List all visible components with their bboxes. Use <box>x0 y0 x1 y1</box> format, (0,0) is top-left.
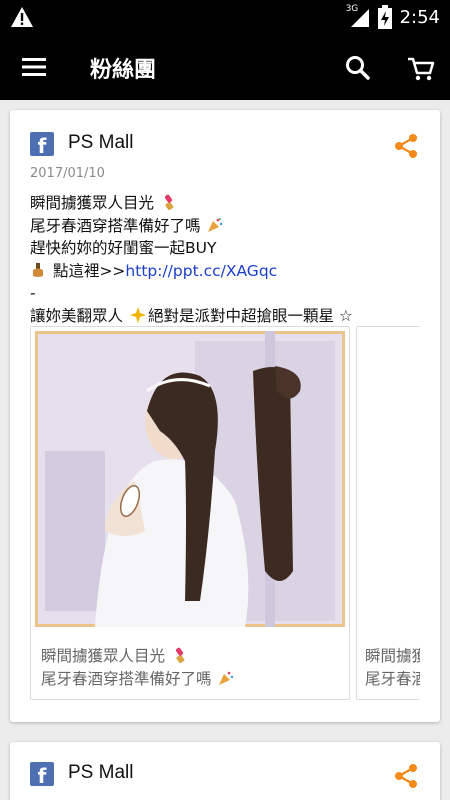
party-popper-icon <box>219 671 234 685</box>
status-time: 2:54 <box>399 6 440 28</box>
gallery-caption-line2: 尾牙春酒穿搭準備好了嗎 <box>41 669 212 688</box>
post-line-1: 瞬間擄獲眾人目光 <box>30 194 155 212</box>
post-line-6b: 絕對是派對中超搶眼一顆星 <box>147 306 334 325</box>
lipstick-icon <box>175 647 185 663</box>
gallery-caption: 瞬間擄獲眾人目光 尾牙春酒穿搭準備好了嗎 <box>41 645 236 690</box>
product-image[interactable] <box>35 331 345 627</box>
post-line-6-star: ☆ <box>338 306 353 325</box>
post-line-5: - <box>30 284 36 302</box>
post-page-name[interactable]: PS Mall <box>68 762 133 784</box>
share-icon[interactable] <box>392 132 420 160</box>
gallery-caption-line1: 瞬間擄獲 <box>365 647 420 665</box>
battery-icon <box>377 5 392 29</box>
gallery-caption: 瞬間擄獲 尾牙春酒 <box>365 645 420 690</box>
image-gallery[interactable]: 瞬間擄獲眾人目光 尾牙春酒穿搭準備好了嗎 瞬間擄獲 尾牙春酒 <box>30 326 420 700</box>
post-date: 2017/01/10 <box>30 166 105 181</box>
lipstick-icon <box>164 194 174 210</box>
post-line-6a: 讓妳美翻眾人 <box>30 306 124 325</box>
post-line-2: 尾牙春酒穿搭準備好了嗎 <box>30 216 201 235</box>
nail-polish-icon <box>33 262 43 277</box>
facebook-icon: f <box>30 762 54 786</box>
sparkles-icon <box>129 306 146 323</box>
network-type: 3G <box>345 4 359 14</box>
gallery-item[interactable]: 瞬間擄獲眾人目光 尾牙春酒穿搭準備好了嗎 <box>30 326 350 700</box>
status-right: 3G 2:54 <box>345 0 440 34</box>
post-page-name[interactable]: PS Mall <box>68 132 133 154</box>
page-title: 粉絲團 <box>90 58 157 83</box>
app-bar: 粉絲團 <box>0 34 450 100</box>
search-icon[interactable] <box>342 52 374 84</box>
post-link[interactable]: http://ppt.cc/XAGqc <box>125 262 277 280</box>
post-line-3: 趕快約妳的好閨蜜一起BUY <box>30 239 217 257</box>
post-card: f PS Mall <box>10 742 440 800</box>
shopping-cart-icon[interactable] <box>404 52 438 84</box>
facebook-icon: f <box>30 132 54 156</box>
party-popper-icon <box>208 217 223 232</box>
share-icon[interactable] <box>392 762 420 790</box>
gallery-item[interactable]: 瞬間擄獲 尾牙春酒 <box>356 326 420 700</box>
warning-icon <box>11 7 33 27</box>
post-body: 瞬間擄獲眾人目光 尾牙春酒穿搭準備好了嗎 趕快約妳的好閨蜜一起BUY 點這裡>>… <box>30 192 430 327</box>
status-bar: 3G 2:54 <box>0 0 450 34</box>
gallery-caption-line1: 瞬間擄獲眾人目光 <box>41 647 166 665</box>
post-line-4-prefix: 點這裡>> <box>52 261 126 280</box>
signal-icon: 3G <box>345 4 370 28</box>
hamburger-menu-icon[interactable] <box>14 51 54 83</box>
post-card: f PS Mall 2017/01/10 瞬間擄獲眾人目光 尾牙春酒穿搭準備好了… <box>10 110 440 722</box>
gallery-caption-line2: 尾牙春酒 <box>365 669 420 688</box>
